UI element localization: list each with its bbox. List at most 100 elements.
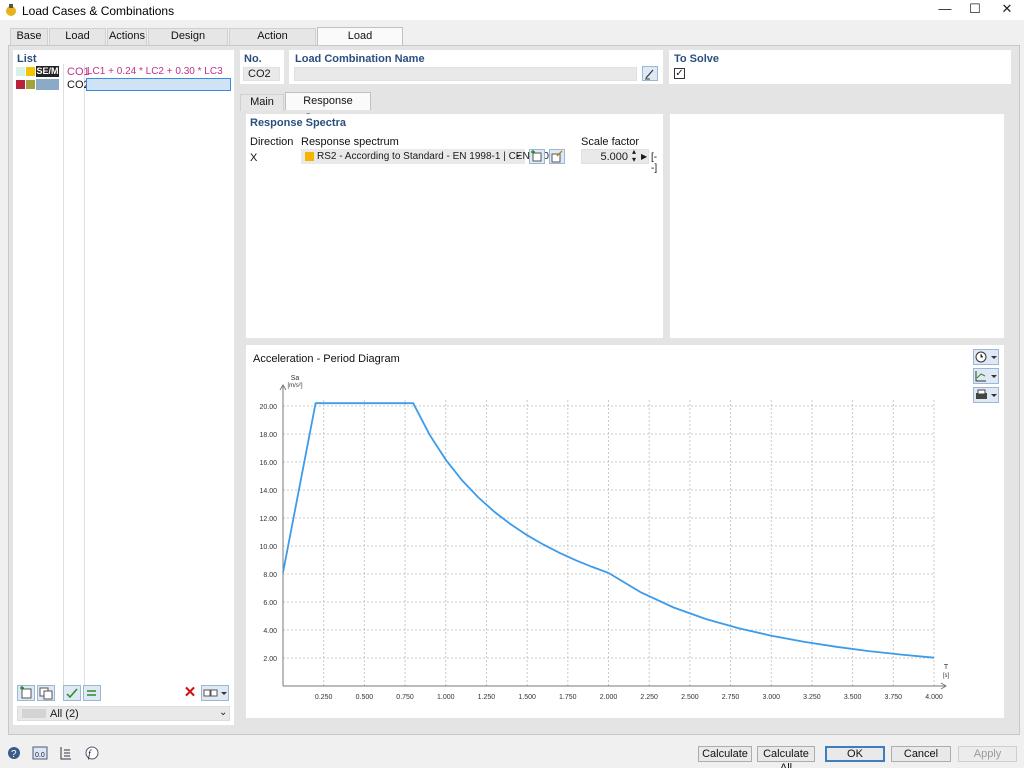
spectrum-header: Response spectrum	[301, 136, 399, 148]
list-item[interactable]: CO2	[13, 78, 234, 91]
app-icon	[6, 4, 16, 16]
status-badge: SE/M	[36, 66, 59, 77]
x-tick-label: 3.000	[762, 694, 780, 701]
name-field[interactable]	[294, 67, 637, 81]
table-icon[interactable]	[57, 744, 75, 762]
x-tick-label: 3.750	[885, 694, 903, 701]
filter-select[interactable]: All (2) ⌄	[17, 706, 230, 721]
units-icon[interactable]: 0.0	[31, 744, 49, 762]
to-solve-checkbox[interactable]: ✓	[674, 68, 685, 79]
y-tick-label: 6.00	[263, 600, 277, 607]
help-icon[interactable]: ?	[5, 744, 23, 762]
status-badge	[36, 79, 59, 90]
check-all-icon[interactable]	[63, 685, 81, 701]
new-item-icon[interactable]	[17, 685, 35, 701]
delete-icon[interactable]: ✕	[181, 685, 199, 701]
subtab-response-spectrum[interactable]: Response Spectrum	[285, 92, 371, 124]
svg-text:0.0: 0.0	[35, 752, 45, 759]
combo-expression: LC1 + 0.24 * LC2 + 0.30 * LC3	[87, 66, 223, 77]
x-tick-label: 2.000	[600, 694, 618, 701]
list-header: List	[17, 53, 37, 65]
number-pane: No. CO2	[240, 50, 284, 84]
ok-button[interactable]: OK	[825, 746, 885, 762]
cancel-button[interactable]: Cancel	[891, 746, 951, 762]
svg-text:?: ?	[11, 749, 17, 760]
preview-pane	[670, 114, 1004, 338]
filter-label: All (2)	[50, 708, 79, 720]
list-item[interactable]: SE/M CO1 LC1 + 0.24 * LC2 + 0.30 * LC3	[13, 65, 234, 78]
list-divider	[63, 64, 64, 690]
window-title: Load Cases & Combinations	[22, 4, 175, 18]
spectrum-swatch	[305, 152, 314, 161]
filter-swatch	[22, 709, 46, 718]
x-tick-label: 3.500	[844, 694, 862, 701]
subtab-main[interactable]: Main	[240, 94, 284, 111]
new-spectrum-icon[interactable]	[529, 149, 545, 164]
y-tick-label: 20.00	[259, 404, 277, 411]
scale-factor-value: 5.000	[600, 151, 628, 163]
tab-load-cases[interactable]: Load Cases	[49, 28, 106, 57]
y-axis-unit: [m/s²]	[288, 383, 303, 389]
y-tick-label: 10.00	[259, 544, 277, 551]
x-tick-label: 0.750	[396, 694, 414, 701]
tab-actions[interactable]: Actions	[107, 28, 147, 45]
copy-item-icon[interactable]	[37, 685, 55, 701]
number-label: No.	[244, 53, 262, 65]
x-tick-label: 0.250	[315, 694, 333, 701]
scale-header: Scale factor	[581, 136, 640, 148]
apply-button[interactable]: Apply	[958, 746, 1017, 762]
y-axis-label: Sa	[291, 375, 300, 382]
color-swatch	[26, 80, 35, 89]
title-bar: Load Cases & Combinations — ☐ ✕	[0, 0, 1024, 20]
edit-name-icon[interactable]	[642, 66, 658, 81]
x-tick-label: 4.000	[925, 694, 943, 701]
tab-base[interactable]: Base	[10, 28, 48, 45]
x-tick-label: 1.750	[559, 694, 577, 701]
spectrum-select[interactable]: RS2 - According to Standard - EN 1998-1 …	[301, 149, 557, 164]
formula-icon[interactable]: f	[83, 744, 101, 762]
combo-expression-input[interactable]	[86, 78, 231, 91]
calculate-all-button[interactable]: Calculate All	[757, 746, 815, 768]
tab-load-combinations[interactable]: Load Combinations	[317, 27, 403, 59]
y-tick-label: 18.00	[259, 432, 277, 439]
close-button[interactable]: ✕	[990, 0, 1024, 20]
tab-strip: Base Load Cases Actions Design Situation…	[0, 27, 1024, 59]
scale-unit: [--]	[651, 152, 658, 174]
y-tick-label: 16.00	[259, 460, 277, 467]
x-axis-label: T	[944, 664, 949, 671]
view-options-icon[interactable]	[201, 685, 229, 701]
x-tick-label: 1.500	[518, 694, 536, 701]
arrow-right-icon[interactable]: ▶	[641, 150, 647, 164]
x-tick-label: 2.250	[640, 694, 658, 701]
y-tick-label: 14.00	[259, 488, 277, 495]
minimize-button[interactable]: —	[928, 0, 962, 20]
list-pane: List SE/M CO1 LC1 + 0.24 * LC2 + 0.30 * …	[13, 50, 234, 725]
maximize-button[interactable]: ☐	[958, 0, 992, 20]
x-tick-label: 2.500	[681, 694, 699, 701]
x-tick-label: 2.750	[722, 694, 740, 701]
number-field[interactable]: CO2	[243, 67, 280, 81]
calculate-button[interactable]: Calculate	[698, 746, 752, 762]
renumber-icon[interactable]	[83, 685, 101, 701]
y-tick-label: 2.00	[263, 656, 277, 663]
y-tick-label: 4.00	[263, 628, 277, 635]
tab-design-situations[interactable]: Design Situations	[148, 28, 228, 57]
x-tick-label: 0.500	[356, 694, 374, 701]
y-tick-label: 12.00	[259, 516, 277, 523]
response-spectra-pane: Response Spectra Direction Response spec…	[246, 114, 663, 338]
scale-factor-field[interactable]: 5.000 ▴ ▾ ▶	[581, 148, 649, 164]
direction-header: Direction	[250, 136, 294, 148]
spinner-icon[interactable]: ▴ ▾	[632, 148, 636, 164]
to-solve-pane: To Solve ✓	[669, 50, 1011, 84]
color-swatch	[26, 67, 35, 76]
name-pane: Load Combination Name	[289, 50, 663, 84]
x-tick-label: 3.250	[803, 694, 821, 701]
x-axis-unit: [s]	[943, 673, 950, 679]
tab-action-combinations[interactable]: Action Combinations	[229, 28, 316, 57]
color-swatch	[16, 80, 25, 89]
response-spectra-header: Response Spectra	[250, 117, 346, 129]
list-divider	[84, 64, 85, 690]
chevron-down-icon: ⌄	[514, 149, 523, 160]
edit-spectrum-icon[interactable]	[549, 149, 565, 164]
chart-pane: Acceleration - Period Diagram 0.250 0.500…	[246, 345, 1004, 718]
